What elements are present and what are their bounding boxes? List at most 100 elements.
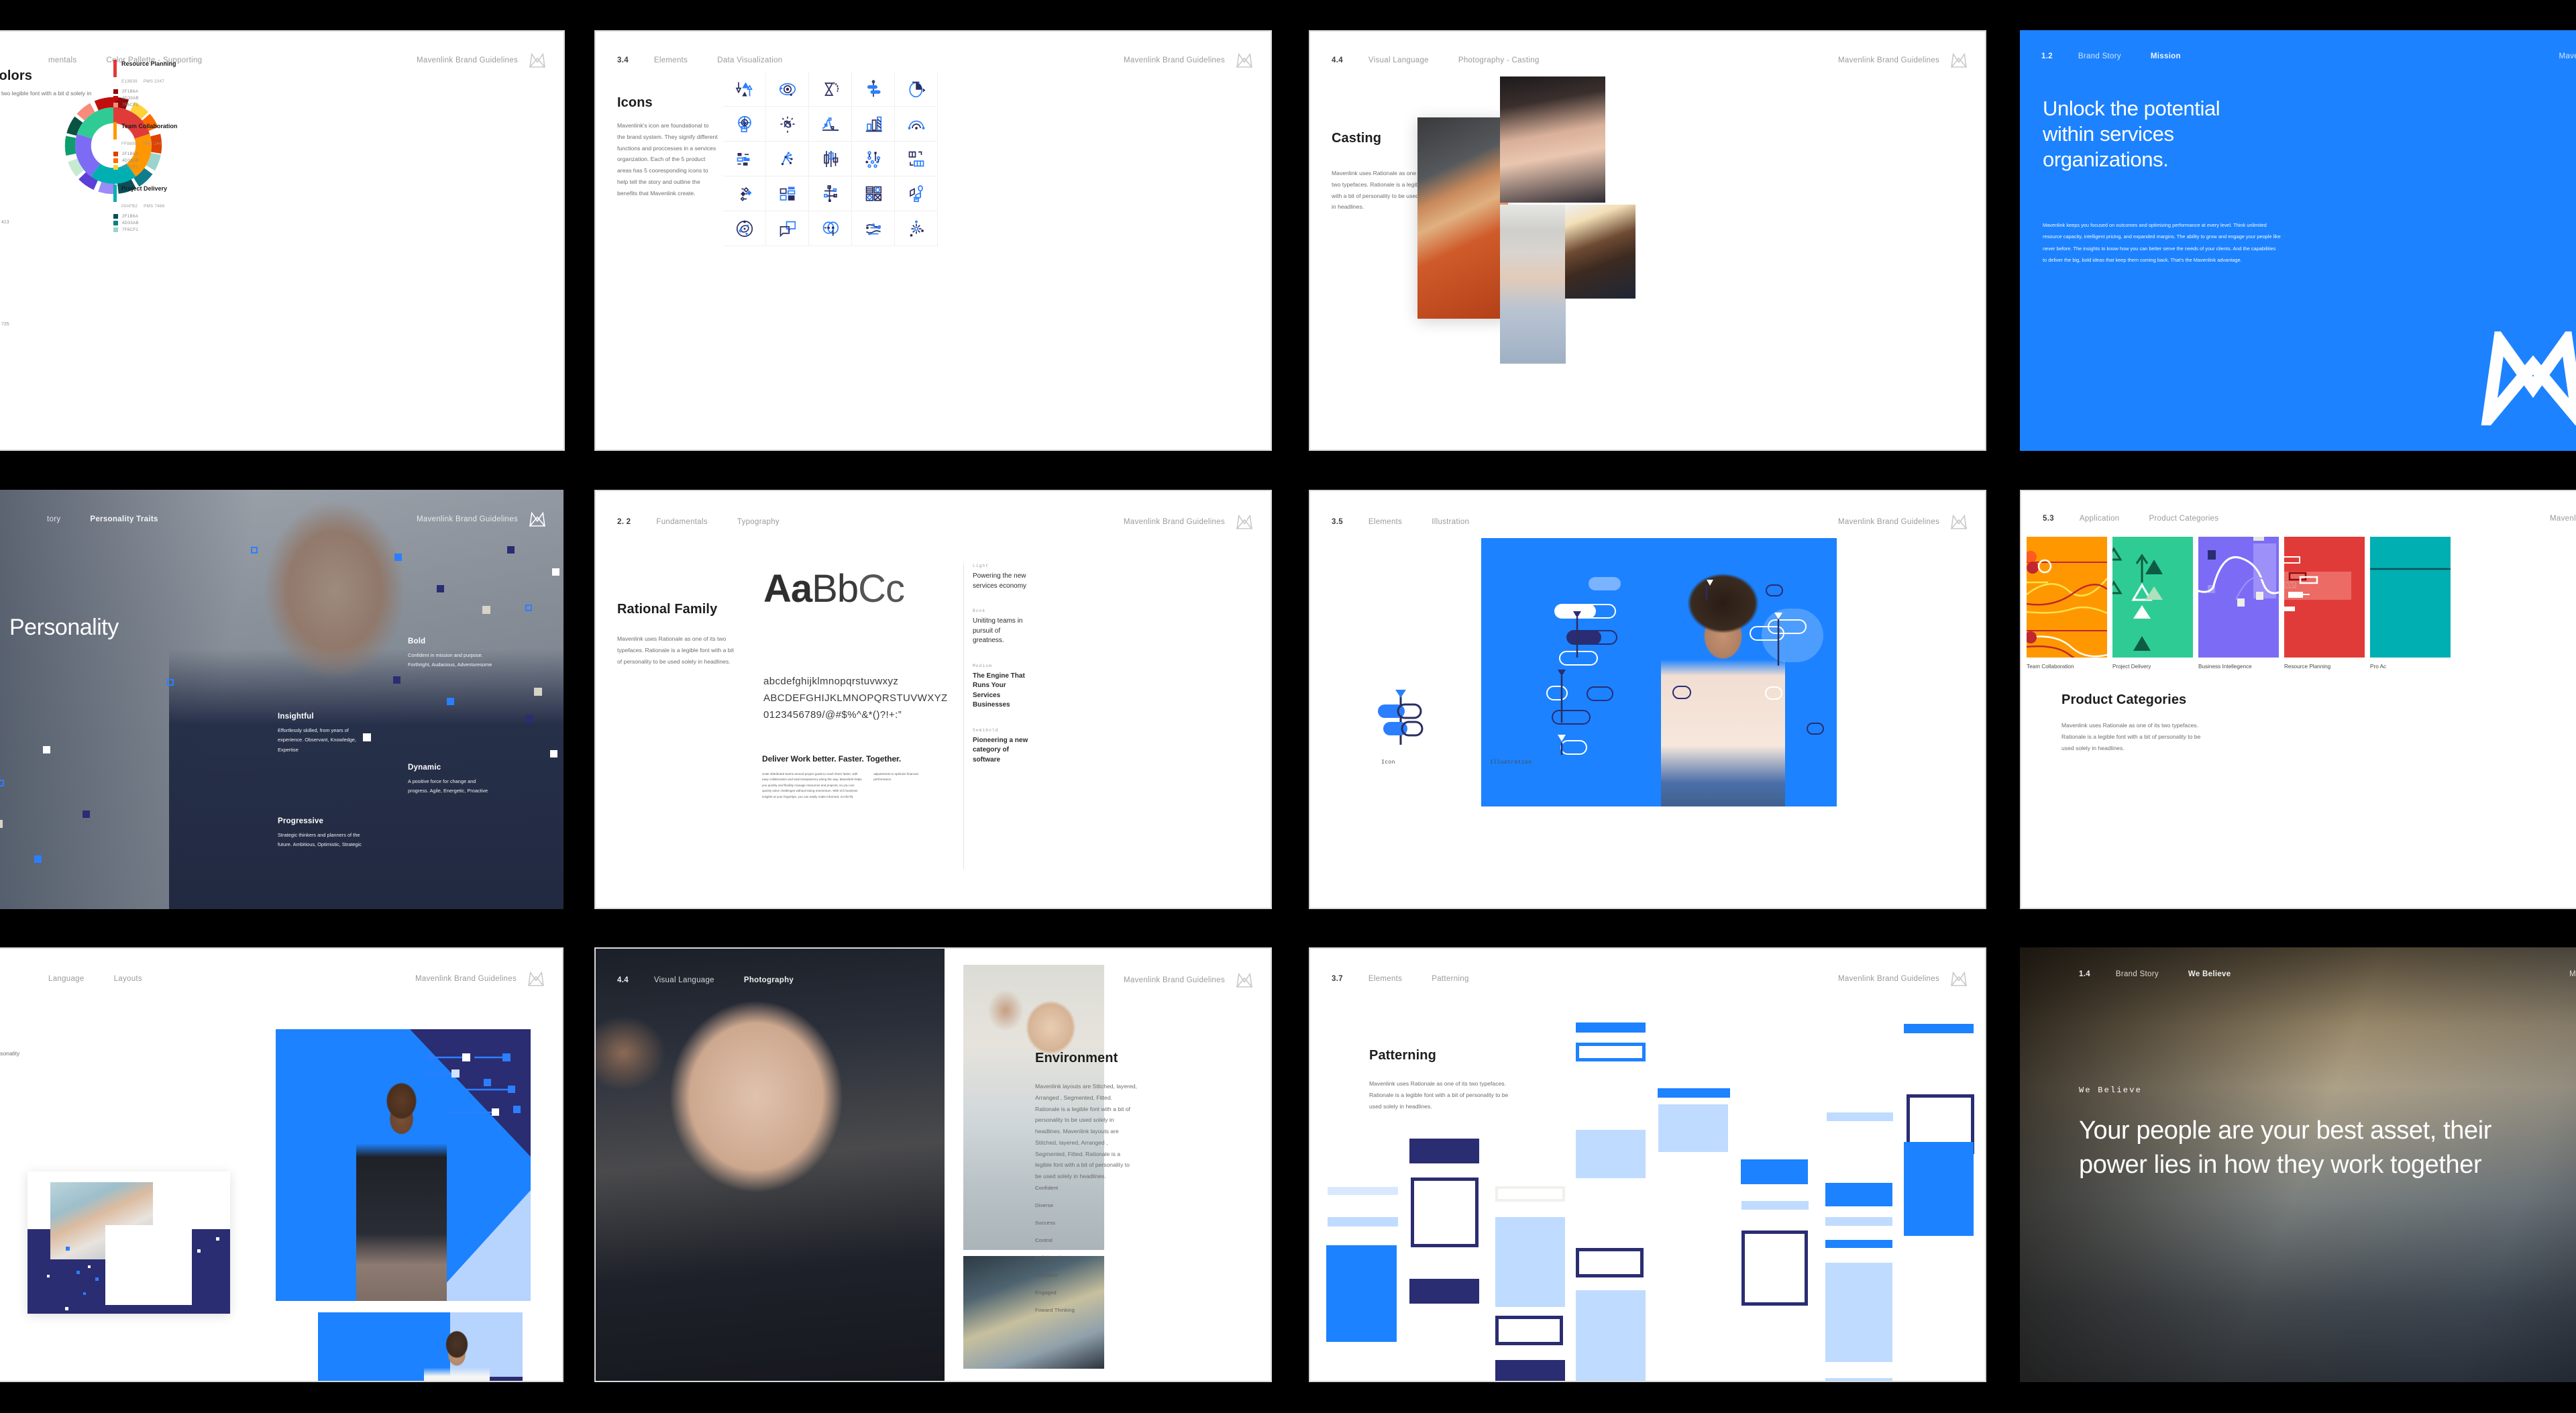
category-professional-accounting[interactable]: Pro Ac bbox=[2370, 537, 2451, 671]
card-stack-icon bbox=[780, 187, 795, 201]
kanban-bars-icon bbox=[737, 152, 749, 166]
slide-typography[interactable]: 2. 2 Fundamentals Typography Mavenlink B… bbox=[594, 490, 1272, 909]
legend-group[interactable]: Team Collaboration FF9800 PMS 144 2F1B6A … bbox=[113, 122, 187, 170]
icon-cell-axis-nodes[interactable] bbox=[809, 176, 852, 211]
icon-cell-hourglass-burst[interactable] bbox=[809, 72, 852, 107]
legend-pms: PMS 2347 bbox=[143, 79, 165, 84]
icon-cell-arc-network[interactable] bbox=[895, 107, 938, 142]
decor-square bbox=[526, 715, 533, 723]
header-brand: Mavenlink Brand Guidelines bbox=[417, 515, 518, 523]
dot-matrix-icon bbox=[865, 150, 880, 168]
trait-name: Insightful bbox=[278, 713, 314, 721]
decor-dot bbox=[88, 1265, 91, 1268]
icon-cell-burst-star[interactable] bbox=[895, 211, 938, 246]
page-title: Patterning bbox=[1369, 1048, 1436, 1063]
slide-color-palette[interactable]: mentals Color Pallette - Supporting Mave… bbox=[0, 30, 565, 451]
icon-cell-diamond-flow[interactable] bbox=[723, 176, 766, 211]
pattern-block bbox=[1576, 1043, 1646, 1061]
slide-patterning[interactable]: 3.7 Elements Patterning Mavenlink Brand … bbox=[1309, 947, 1986, 1382]
legend-swatch[interactable]: 4D33AB bbox=[113, 158, 187, 163]
decor-square bbox=[525, 605, 532, 611]
header-number: 4.4 bbox=[617, 976, 629, 984]
legend-swatch[interactable]: 7F6CF1 bbox=[113, 227, 187, 232]
photo-woman-orange-sweater bbox=[1417, 117, 1508, 319]
slide-we-believe[interactable]: 1.4 Brand Story We Believe Mavenl We Bel… bbox=[2020, 947, 2576, 1382]
header-subsection: Photography - Casting bbox=[1458, 56, 1540, 64]
icon-cell-node-burst[interactable] bbox=[766, 142, 809, 176]
legend-swatch[interactable]: 2F1B6A bbox=[113, 89, 187, 94]
slide-illustration[interactable]: 3.5 Elements Illustration Mavenlink Bran… bbox=[1309, 490, 1986, 909]
icon-cell-triangles-markers[interactable] bbox=[723, 72, 766, 107]
legend-swatch[interactable]: 4D33AB bbox=[113, 221, 187, 225]
legend-swatch[interactable]: 7F6CF1 bbox=[113, 103, 187, 107]
icon-cell-venn-circles[interactable] bbox=[809, 211, 852, 246]
header-number: 4.4 bbox=[1332, 56, 1343, 64]
swatch-chip bbox=[113, 89, 118, 94]
icon-cell-card-stack[interactable] bbox=[766, 176, 809, 211]
icon-cell-leaf-cube[interactable] bbox=[895, 176, 938, 211]
keyword: Control bbox=[1035, 1237, 1053, 1243]
header-section: Brand Story bbox=[2115, 970, 2159, 978]
pill-shape bbox=[1574, 604, 1616, 619]
legend-swatch[interactable]: 4D33AB bbox=[113, 96, 187, 101]
vertical-divider bbox=[963, 564, 964, 869]
edge-code-2: 725 bbox=[1, 322, 9, 327]
icon-cell-pie-slice-play[interactable] bbox=[895, 72, 938, 107]
icon-cell-dot-matrix[interactable] bbox=[852, 142, 895, 176]
slide-mission[interactable]: 1.2 Brand Story Mission Mavenlink Unlock… bbox=[2020, 30, 2576, 451]
legend-group[interactable]: Resource Planning E13B39 PMS 2347 2F1B6A … bbox=[113, 60, 187, 107]
slide-photography-environment[interactable]: 4.4 Visual Language Photography Mavenlin… bbox=[594, 947, 1272, 1382]
swatch-chip bbox=[113, 103, 118, 107]
caption-icon: Icon bbox=[1381, 760, 1395, 766]
page-title: Product Categories bbox=[2061, 692, 2187, 707]
page-title: Environment bbox=[1035, 1051, 1118, 1065]
icon-cell-chat-bubbles[interactable] bbox=[766, 211, 809, 246]
page-title: Personality bbox=[9, 615, 119, 640]
header-brand: Mavenlink Brand Guidelines bbox=[1124, 976, 1225, 984]
legend-swatch[interactable]: 7F6CF1 bbox=[113, 165, 187, 170]
weight-sample: Powering the new services economy bbox=[973, 572, 1027, 590]
icon-cell-kanban-bars[interactable] bbox=[723, 142, 766, 176]
icon-cell-signal-lines[interactable] bbox=[852, 211, 895, 246]
slide-product-categories[interactable]: 5.3 Application Product Categories Maven… bbox=[2020, 490, 2576, 909]
mavenlink-logo-icon bbox=[2481, 331, 2576, 425]
specimen-light: Cc bbox=[858, 567, 905, 611]
pattern-block bbox=[1741, 1231, 1808, 1306]
icon-cell-grid-tiles[interactable] bbox=[852, 176, 895, 211]
icon-cell-candlestick[interactable] bbox=[809, 142, 852, 176]
icon-cell-bar-chart[interactable] bbox=[852, 107, 895, 142]
icon-cell-block-layout[interactable] bbox=[895, 142, 938, 176]
block-layout-icon bbox=[908, 151, 924, 166]
icon-cell-orbit-dots[interactable] bbox=[723, 211, 766, 246]
slide-casting[interactable]: 4.4 Visual Language Photography - Castin… bbox=[1309, 30, 1986, 451]
header-subsection: Personality Traits bbox=[90, 515, 158, 523]
mission-body: Mavenlink keeps you focused on outcomes … bbox=[2043, 222, 2281, 264]
icon-cell-signpost[interactable] bbox=[852, 72, 895, 107]
legend-pms: PMS 7466 bbox=[144, 204, 165, 209]
mavenlink-logo-icon bbox=[528, 972, 544, 986]
layout-comp-blue-man bbox=[318, 1312, 523, 1381]
icon-cell-pie-quadrant[interactable] bbox=[723, 107, 766, 142]
slide-header: tory Personality Traits Mavenlink Brand … bbox=[0, 512, 564, 527]
swatch-chip bbox=[113, 165, 118, 170]
slide-layouts[interactable]: Language Layouts Mavenlink Brand Guideli… bbox=[0, 947, 564, 1382]
slide-personality[interactable]: tory Personality Traits Mavenlink Brand … bbox=[0, 490, 564, 909]
decor-square bbox=[167, 679, 174, 686]
category-team-collaboration[interactable]: Team Collaboration bbox=[2027, 537, 2107, 671]
icon-cell-atom-spark[interactable] bbox=[766, 107, 809, 142]
icon-cell-orbit-refresh[interactable] bbox=[766, 72, 809, 107]
legend-swatch[interactable]: 2F1B6A bbox=[113, 214, 187, 219]
pattern-block bbox=[1495, 1217, 1565, 1307]
legend-group[interactable]: Project Delivery 00AFB2 PMS 7466 2F1B6A 4… bbox=[113, 185, 187, 232]
legend-swatch[interactable]: 2F1B6A bbox=[113, 152, 187, 156]
category-business-intellegence[interactable]: Business Intellegence bbox=[2198, 537, 2279, 671]
category-resource-planning[interactable]: Resource Planning bbox=[2284, 537, 2365, 671]
header-subsection: Mission bbox=[2150, 52, 2181, 60]
slide-header: 1.4 Brand Story We Believe Mavenl bbox=[2020, 970, 2576, 978]
category-project-delivery[interactable]: Project Delivery bbox=[2112, 537, 2193, 671]
mavenlink-logo-icon bbox=[529, 512, 545, 527]
slide-icons[interactable]: 3.4 Elements Data Visualization Mavenlin… bbox=[594, 30, 1272, 451]
slide-header: Language Layouts Mavenlink Brand Guideli… bbox=[0, 972, 562, 986]
icon-cell-curve-plot[interactable] bbox=[809, 107, 852, 142]
glyph-uppercase: ABCDEFGHIJKLMNOPQRSTUVWXYZ bbox=[763, 692, 948, 704]
